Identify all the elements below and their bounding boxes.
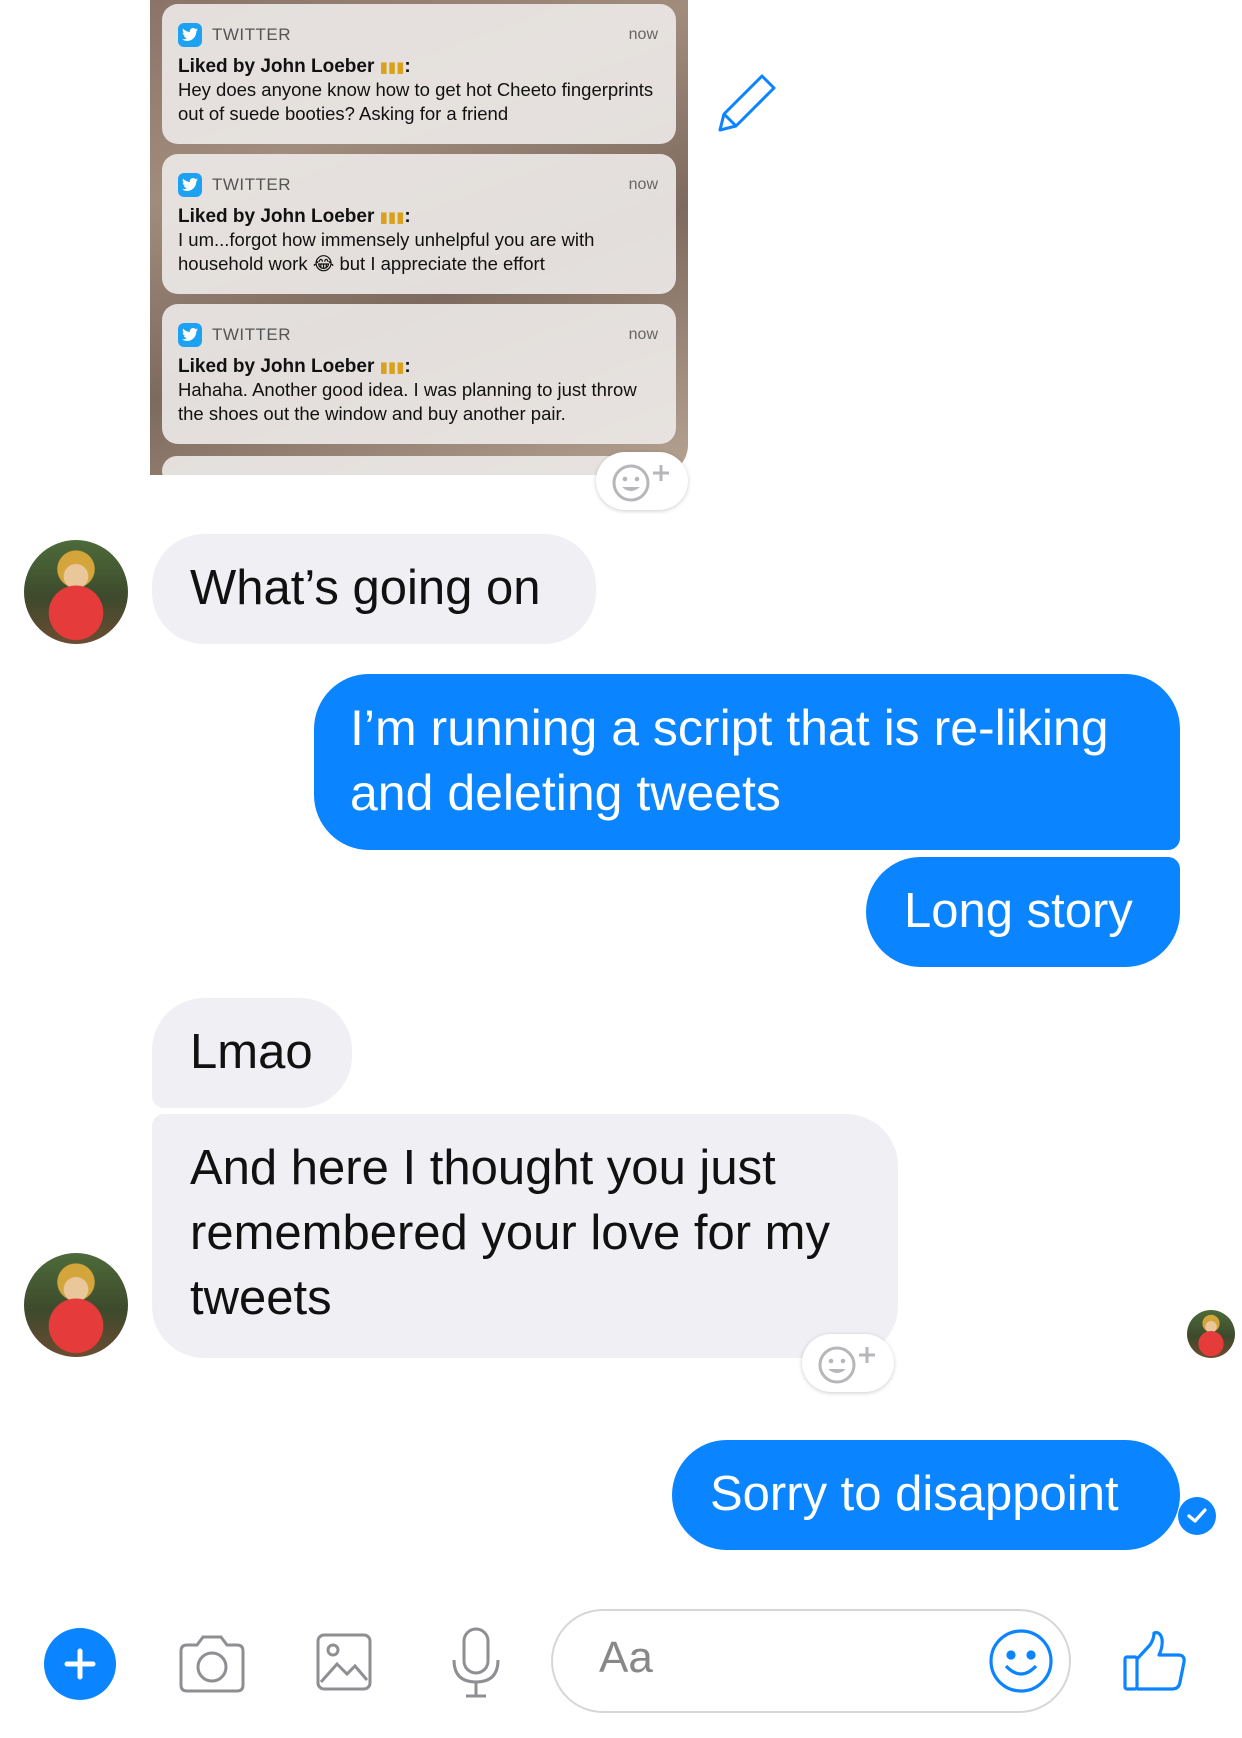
notification-card: TWITTER now Liked by John Loeber ▮▮▮: Ha…	[162, 304, 676, 444]
message-input[interactable]: Aa	[551, 1609, 1071, 1713]
notification-time: now	[628, 176, 658, 193]
bar-chart-emoji-icon: ▮▮▮	[379, 209, 405, 226]
shared-screenshot[interactable]: TWITTER now Liked by John Loeber ▮▮▮: He…	[150, 0, 688, 475]
notification-time: now	[628, 326, 658, 343]
avatar[interactable]	[24, 1253, 128, 1357]
message-outgoing[interactable]: Sorry to disappoint	[672, 1440, 1180, 1550]
twitter-icon	[178, 173, 202, 197]
check-icon	[1178, 1497, 1216, 1535]
gallery-button[interactable]	[314, 1630, 374, 1694]
bar-chart-emoji-icon: ▮▮▮	[379, 59, 405, 76]
message-incoming[interactable]: And here I thought you just remembered y…	[152, 1114, 898, 1358]
emoji-icon	[989, 1629, 1053, 1693]
microphone-icon	[452, 1627, 500, 1698]
notification-title: Liked by John Loeber	[178, 56, 375, 77]
thumbs-up-icon	[1123, 1631, 1186, 1691]
notification-card: TWITTER now Liked by John Loeber ▮▮▮: He…	[162, 4, 676, 144]
plus-icon	[64, 1648, 96, 1680]
add-reaction-button[interactable]	[596, 452, 688, 510]
camera-icon	[179, 1635, 245, 1693]
avatar[interactable]	[24, 540, 128, 644]
microphone-button[interactable]	[448, 1626, 504, 1700]
message-incoming[interactable]: Lmao	[152, 998, 352, 1108]
camera-button[interactable]	[176, 1630, 248, 1698]
notification-body: Hey does anyone know how to get hot Chee…	[178, 79, 654, 124]
notification-app-name: TWITTER	[212, 175, 292, 194]
message-input-placeholder: Aa	[599, 1633, 653, 1682]
twitter-icon	[178, 23, 202, 47]
twitter-icon	[178, 323, 202, 347]
add-reaction-button[interactable]	[802, 1334, 894, 1392]
add-reaction-icon	[612, 464, 669, 502]
notification-app-name: TWITTER	[212, 325, 292, 344]
image-icon	[316, 1633, 372, 1691]
bar-chart-emoji-icon: ▮▮▮	[379, 359, 405, 376]
notification-body: I um...forgot how immensely unhelpful yo…	[178, 229, 595, 274]
message-incoming[interactable]: What’s going on	[152, 534, 596, 644]
message-outgoing[interactable]: I’m running a script that is re-liking a…	[314, 674, 1180, 850]
like-button[interactable]	[1120, 1628, 1190, 1694]
add-reaction-icon	[818, 1346, 875, 1384]
plus-button[interactable]	[44, 1628, 116, 1700]
notification-body: Hahaha. Another good idea. I was plannin…	[178, 379, 637, 424]
pencil-icon[interactable]	[712, 68, 780, 141]
notification-card: TWITTER now Liked by John Loeber ▮▮▮: I …	[162, 154, 676, 294]
read-receipt-avatar	[1187, 1310, 1235, 1358]
message-outgoing[interactable]: Long story	[866, 857, 1180, 967]
notification-title: Liked by John Loeber	[178, 206, 375, 227]
notification-time: now	[628, 26, 658, 43]
notification-title: Liked by John Loeber	[178, 356, 375, 377]
emoji-button[interactable]	[987, 1627, 1055, 1695]
notification-app-name: TWITTER	[212, 25, 292, 44]
